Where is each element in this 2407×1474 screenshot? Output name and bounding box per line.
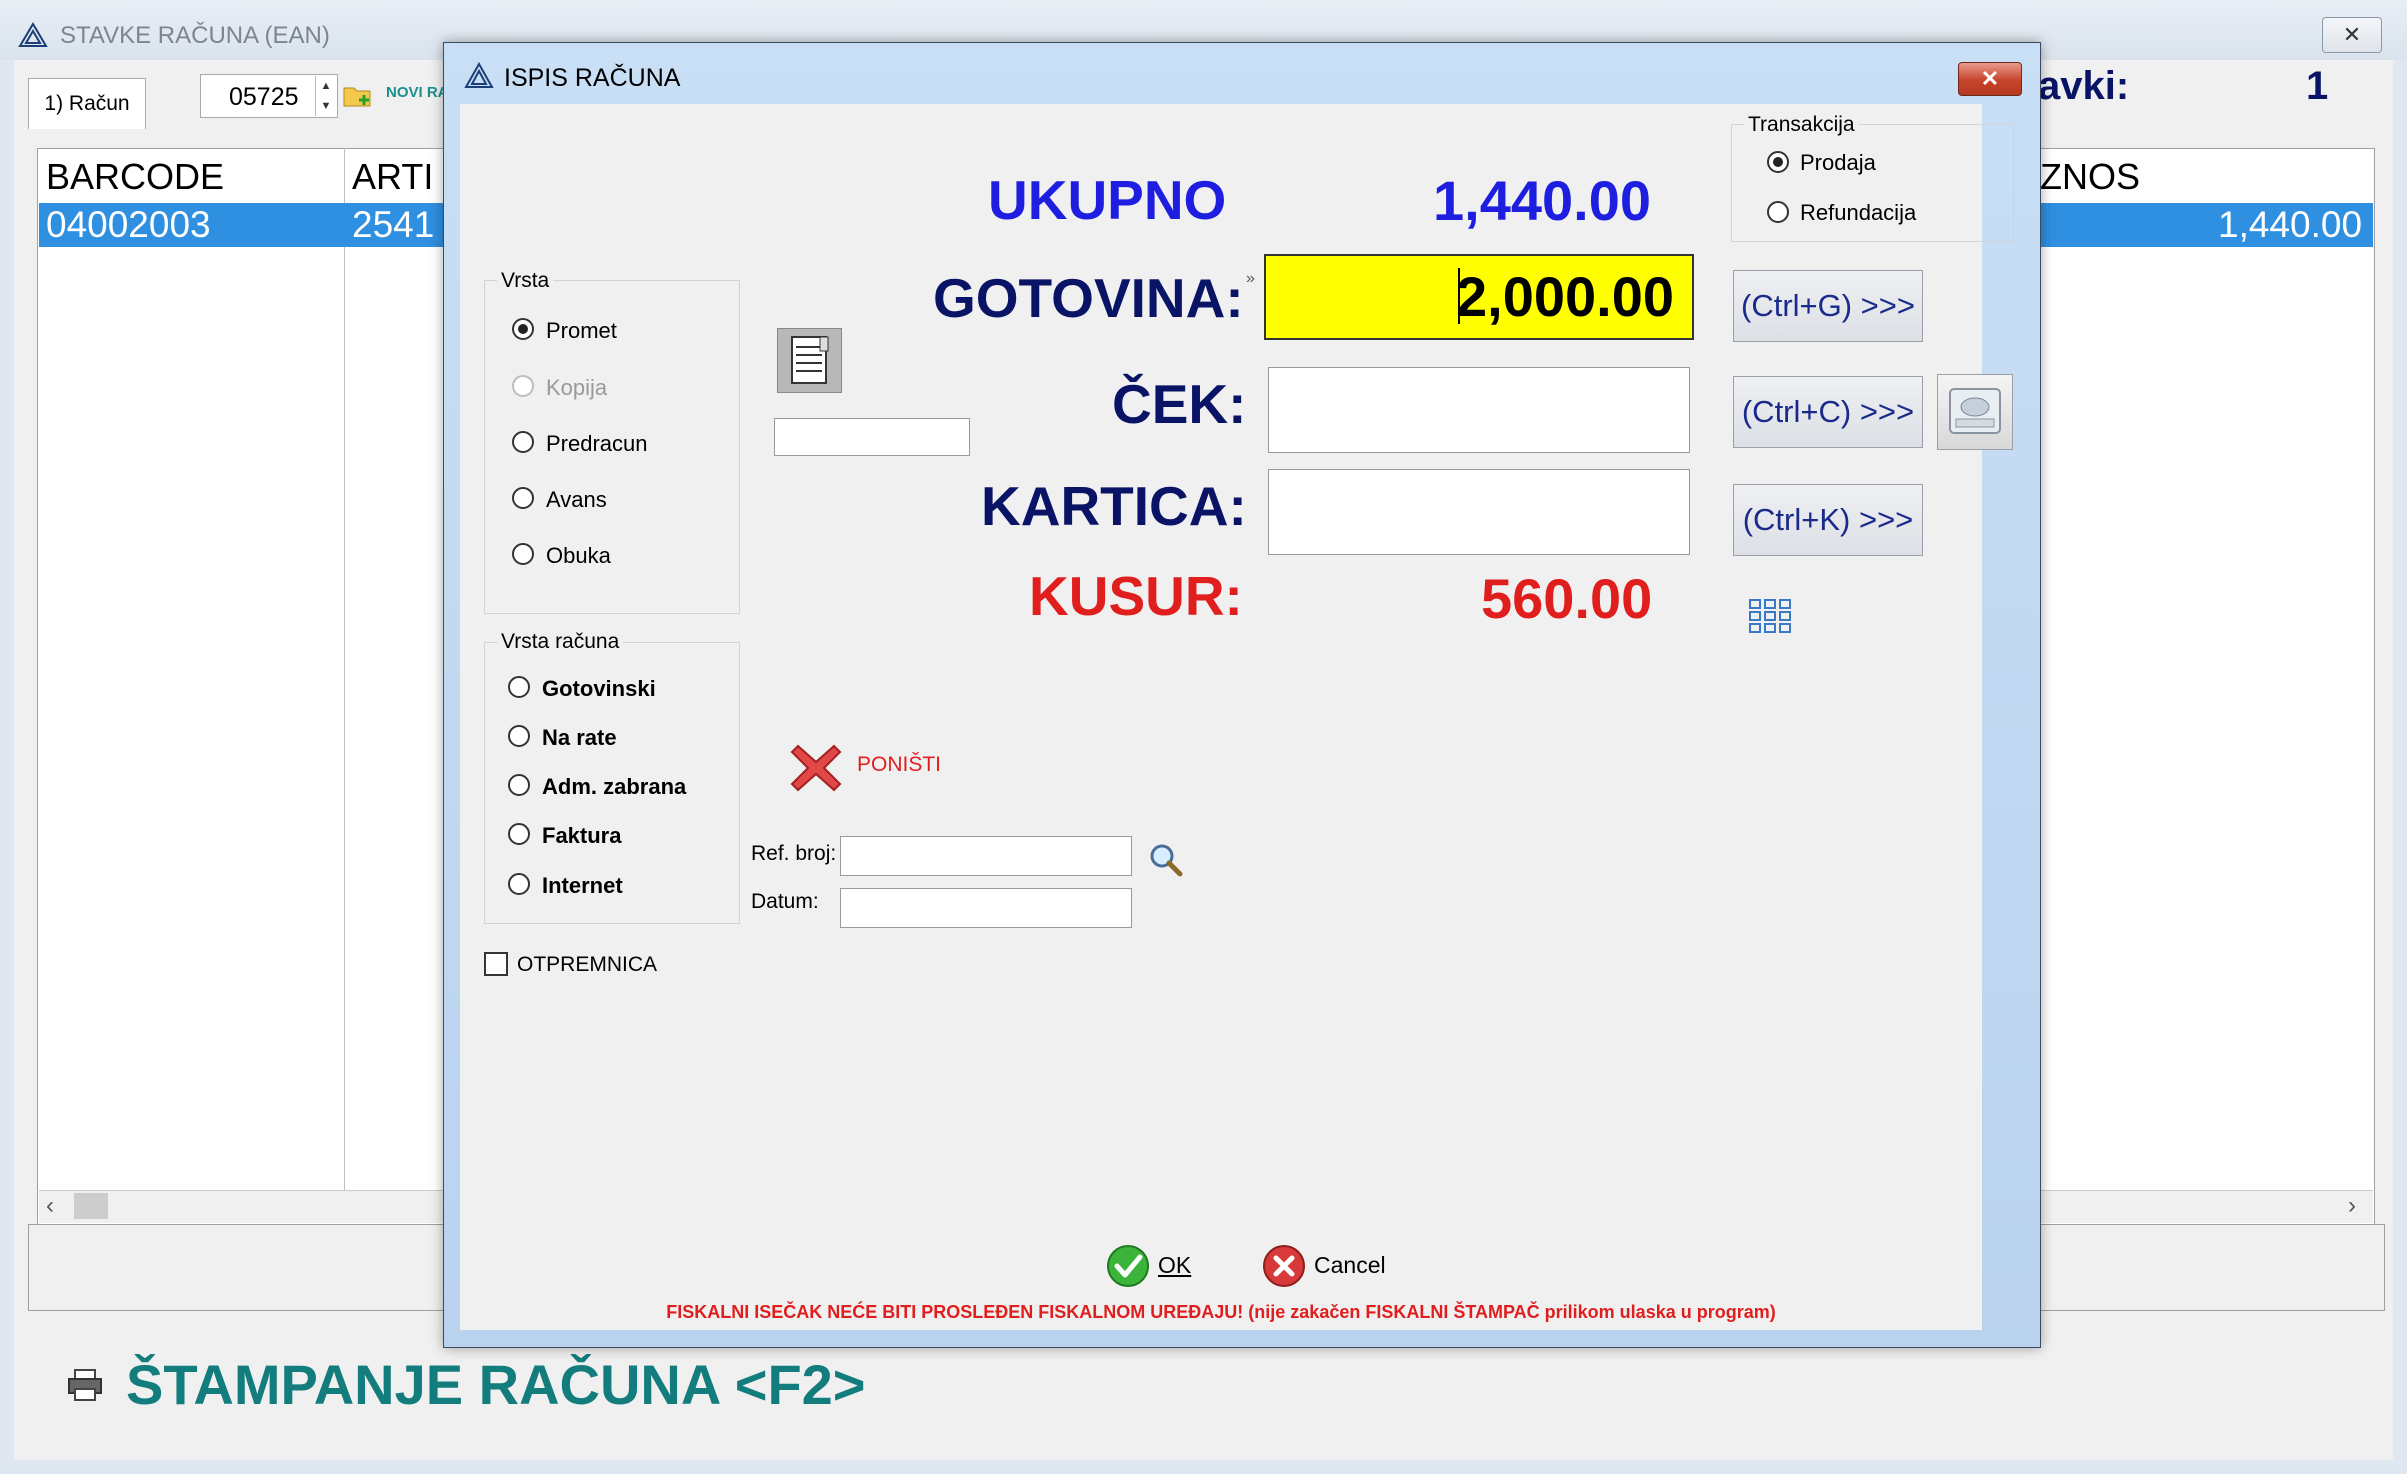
radio-predracun[interactable] — [512, 431, 534, 453]
scroll-right-arrow-icon[interactable]: › — [2348, 1192, 2356, 1220]
fiscal-warning-message: FISKALNI ISEČAK NEĆE BITI PROSLEĐEN FISK… — [666, 1302, 1776, 1322]
datum-label: Datum: — [751, 890, 819, 913]
gotovina-input[interactable]: 2,000.00 — [1264, 254, 1694, 340]
radio-faktura[interactable] — [508, 823, 530, 845]
ok-check-icon[interactable] — [1106, 1244, 1150, 1288]
ponisti-button[interactable]: PONIŠTI — [857, 753, 941, 777]
printer-icon — [791, 336, 829, 384]
print-invoice-button[interactable]: ŠTAMPANJE RAČUNA <F2> — [126, 1352, 866, 1417]
cek-input[interactable] — [1268, 367, 1690, 453]
cancel-circle-icon[interactable] — [1262, 1244, 1306, 1288]
ok-button[interactable]: OK — [1158, 1252, 1191, 1279]
cell-iznos: 1,440.00 — [2218, 204, 2363, 245]
grid-icon[interactable] — [1748, 598, 1792, 634]
dialog-title: ISPIS RAČUNA — [504, 64, 681, 92]
cell-barcode: 04002003 — [46, 204, 211, 245]
scrollbar-thumb[interactable] — [74, 1193, 108, 1219]
gotovina-label: GOTOVINA: — [933, 267, 1244, 329]
ukupno-label: UKUPNO — [988, 169, 1227, 231]
kartica-input[interactable] — [1268, 469, 1690, 555]
app-logo-icon — [18, 22, 48, 47]
ctrl-c-button[interactable]: (Ctrl+C) >>> — [1733, 376, 1923, 448]
printer-icon[interactable] — [66, 1367, 104, 1403]
radio-na-rate[interactable] — [508, 725, 530, 747]
radio-prodaja-label: Prodaja — [1800, 150, 1876, 175]
transakcija-title: Transakcija — [1744, 113, 1859, 137]
radio-gotovinski-label: Gotovinski — [542, 676, 656, 701]
radio-faktura-label: Faktura — [542, 823, 622, 848]
radio-internet-label: Internet — [542, 873, 623, 898]
grid-header-article[interactable]: ARTI — [352, 156, 433, 198]
stavki-label: avki: — [2038, 64, 2130, 108]
ukupno-value: 1,440.00 — [1433, 169, 1651, 232]
stepper-arrows[interactable]: ▲ ▼ — [315, 76, 336, 116]
cancel-x-icon[interactable] — [788, 740, 844, 796]
tab-racun[interactable]: 1) Račun — [28, 78, 146, 129]
small-input[interactable] — [774, 418, 970, 456]
radio-obuka-label: Obuka — [546, 543, 611, 568]
radio-refundacija-label: Refundacija — [1800, 200, 1917, 225]
folder-add-icon[interactable] — [342, 80, 374, 110]
radio-promet[interactable] — [512, 318, 534, 340]
cell-article: 2541 — [352, 204, 435, 245]
ctrl-k-button[interactable]: (Ctrl+K) >>> — [1733, 484, 1923, 556]
radio-internet[interactable] — [508, 873, 530, 895]
ref-broj-label: Ref. broj: — [751, 842, 837, 865]
radio-adm-zabrana-label: Adm. zabrana — [542, 774, 687, 799]
radio-predracun-label: Predracun — [546, 431, 648, 456]
radio-kopija-label: Kopija — [546, 375, 608, 400]
double-arrow-icon: » — [1246, 270, 1255, 287]
radio-na-rate-label: Na rate — [542, 725, 617, 750]
dialog-close-button[interactable]: ✕ — [1958, 62, 2022, 96]
vrsta-racuna-title: Vrsta računa — [497, 630, 624, 654]
receipt-printer-button[interactable] — [777, 328, 842, 393]
radio-avans-label: Avans — [546, 487, 607, 512]
cash-drawer-button[interactable] — [1937, 374, 2013, 450]
stavki-count: 1 — [2306, 64, 2329, 108]
new-invoice-button[interactable]: NOVI RA — [386, 84, 449, 101]
radio-avans[interactable] — [512, 487, 534, 509]
datum-input[interactable] — [840, 888, 1132, 928]
background-window-title: STAVKE RAČUNA (EAN) — [60, 22, 330, 49]
cek-label: ČEK: — [1112, 373, 1247, 435]
radio-prodaja[interactable] — [1767, 151, 1789, 173]
radio-gotovinski[interactable] — [508, 676, 530, 698]
grid-header-iznos[interactable]: ZNOS — [2040, 156, 2140, 198]
kusur-value: 560.00 — [1481, 567, 1653, 630]
text-caret — [1458, 268, 1460, 324]
ref-broj-input[interactable] — [840, 836, 1132, 876]
grid-header-barcode[interactable]: BARCODE — [46, 156, 224, 198]
otpremnica-label: OTPREMNICA — [517, 953, 658, 976]
scroll-left-arrow-icon[interactable]: ‹ — [46, 1192, 54, 1220]
kartica-label: KARTICA: — [981, 475, 1247, 537]
ctrl-g-button[interactable]: (Ctrl+G) >>> — [1733, 270, 1923, 342]
background-close-button[interactable]: ✕ — [2322, 17, 2382, 53]
search-icon[interactable] — [1148, 842, 1184, 878]
grid-column-divider — [344, 148, 345, 1190]
vrsta-title: Vrsta — [497, 269, 554, 293]
radio-obuka[interactable] — [512, 543, 534, 565]
radio-adm-zabrana[interactable] — [508, 774, 530, 796]
radio-promet-label: Promet — [546, 318, 617, 343]
radio-kopija — [512, 375, 534, 397]
radio-refundacija[interactable] — [1767, 201, 1789, 223]
kusur-label: KUSUR: — [1029, 565, 1243, 627]
cash-drawer-icon — [1949, 388, 2001, 434]
dialog-logo-icon — [464, 62, 494, 88]
cancel-button[interactable]: Cancel — [1314, 1252, 1386, 1279]
otpremnica-checkbox[interactable] — [484, 952, 508, 976]
